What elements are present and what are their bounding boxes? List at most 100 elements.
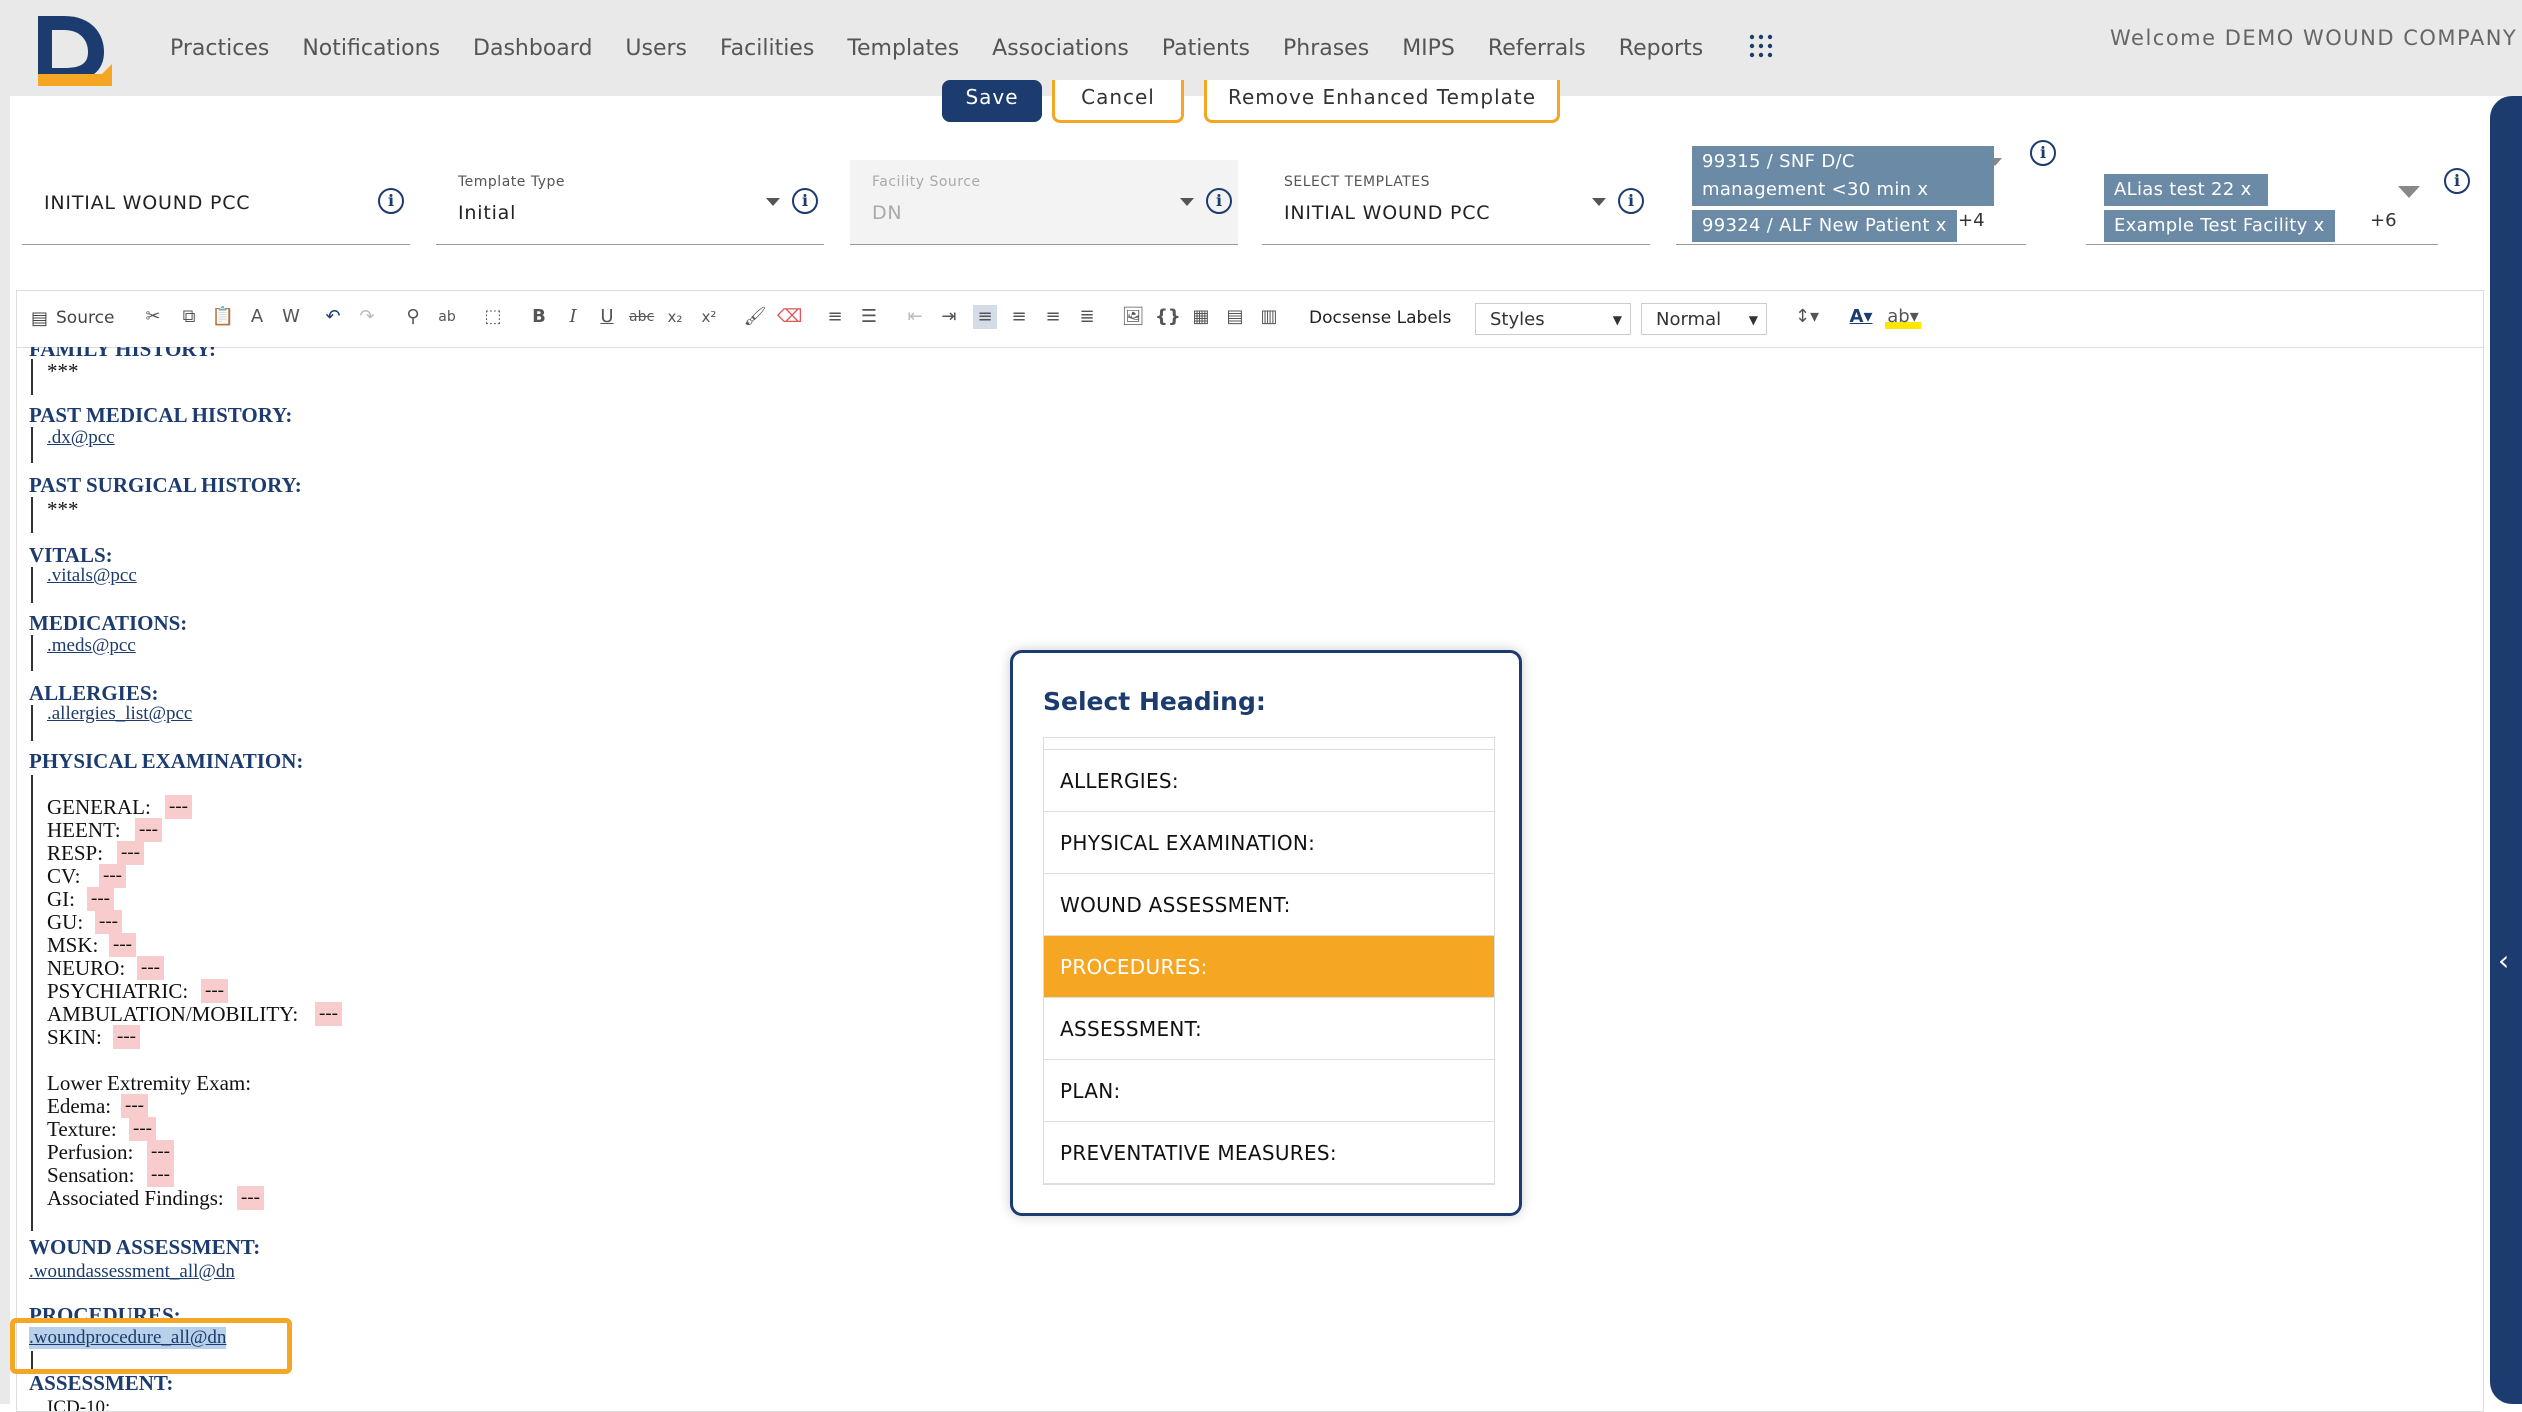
nav-practices[interactable]: Practices (170, 36, 269, 61)
heading-option-plan[interactable]: PLAN: (1044, 1060, 1494, 1122)
exam-placeholder[interactable]: --- (315, 1002, 342, 1026)
select-templates-select[interactable]: SELECT TEMPLATES INITIAL WOUND PCC (1262, 160, 1650, 245)
facility-chip[interactable]: ALias test 22 x (2104, 174, 2268, 206)
cpt-chip[interactable]: 99315 / SNF D/C management <30 min x (1692, 146, 1994, 206)
align-right-icon[interactable]: ≡ (1041, 305, 1065, 329)
cancel-button[interactable]: Cancel (1052, 80, 1184, 123)
background-color-icon[interactable]: ab▾ (1885, 305, 1921, 329)
select-templates-info-icon[interactable]: i (1618, 188, 1644, 214)
format-painter-icon[interactable]: 🖌 (743, 305, 767, 329)
wound-assessment-link[interactable]: .woundassessment_all@dn (29, 1261, 235, 1283)
italic-icon[interactable]: I (561, 305, 585, 329)
nav-mips[interactable]: MIPS (1402, 36, 1455, 61)
right-panel-toggle[interactable] (2490, 96, 2522, 1404)
heading-option-allergies[interactable]: ALLERGIES: (1044, 750, 1494, 812)
find-icon[interactable]: ⚲ (401, 305, 425, 329)
cpt-chip[interactable]: 99324 / ALF New Patient x (1692, 210, 1957, 242)
justify-icon[interactable]: ≣ (1075, 305, 1099, 329)
lower-placeholder[interactable]: --- (121, 1094, 148, 1118)
strikethrough-icon[interactable]: abc (629, 305, 654, 329)
exam-placeholder[interactable]: --- (201, 979, 228, 1003)
save-button[interactable]: Save (942, 80, 1042, 122)
template-type-info-icon[interactable]: i (792, 188, 818, 214)
nav-reports[interactable]: Reports (1619, 36, 1703, 61)
pmh-link[interactable]: .dx@pcc (47, 427, 115, 449)
remove-enhanced-template-button[interactable]: Remove Enhanced Template (1204, 80, 1560, 123)
align-left-icon[interactable]: ≡ (973, 305, 997, 329)
exam-placeholder[interactable]: --- (113, 1025, 140, 1049)
source-button[interactable]: ▤ Source (31, 303, 114, 333)
copy-icon[interactable]: ⧉ (177, 305, 201, 329)
paste-icon[interactable]: 📋 (211, 305, 235, 329)
facility-chip[interactable]: Example Test Facility x (2104, 210, 2335, 242)
redo-icon[interactable]: ↷ (355, 305, 379, 329)
select-all-icon[interactable]: ⬚ (481, 305, 505, 329)
facility-more-count[interactable]: +6 (2370, 210, 2397, 231)
nav-associations[interactable]: Associations (992, 36, 1129, 61)
heading-option-procedures[interactable]: PROCEDURES: (1044, 936, 1494, 998)
exam-placeholder[interactable]: --- (137, 956, 164, 980)
nav-users[interactable]: Users (625, 36, 687, 61)
remove-format-icon[interactable]: ⌫ (777, 305, 802, 329)
chevron-left-icon[interactable]: ‹ (2498, 944, 2509, 977)
heading-option-preventative-measures[interactable]: PREVENTATIVE MEASURES: (1044, 1122, 1494, 1184)
undo-icon[interactable]: ↶ (321, 305, 345, 329)
cpt-more-count[interactable]: +4 (1958, 210, 1985, 231)
cpt-info-icon[interactable]: i (2030, 140, 2056, 166)
lower-placeholder[interactable]: --- (147, 1163, 174, 1187)
lower-placeholder[interactable]: --- (147, 1140, 174, 1164)
format-dropdown[interactable]: Normal ▼ (1641, 303, 1767, 335)
exam-placeholder[interactable]: --- (99, 864, 126, 888)
lower-placeholder[interactable]: --- (237, 1186, 264, 1210)
heading-option-physical-examination[interactable]: PHYSICAL EXAMINATION: (1044, 812, 1494, 874)
table-icon[interactable]: ▦ (1189, 305, 1213, 329)
exam-placeholder[interactable]: --- (165, 795, 192, 819)
lower-placeholder[interactable]: --- (129, 1117, 156, 1141)
replace-icon[interactable]: ab (435, 305, 459, 329)
styles-dropdown[interactable]: Styles ▼ (1475, 303, 1631, 335)
bold-icon[interactable]: B (527, 305, 551, 329)
allergies-link[interactable]: .allergies_list@pcc (47, 703, 192, 725)
nav-phrases[interactable]: Phrases (1283, 36, 1369, 61)
apps-grid-icon[interactable] (1748, 33, 1774, 59)
text-color-icon[interactable]: A▾ (1843, 305, 1879, 329)
exam-placeholder[interactable]: --- (87, 887, 114, 911)
exam-placeholder[interactable]: --- (109, 933, 136, 957)
template-icon[interactable]: ▤ (1223, 305, 1247, 329)
template-type-select[interactable]: Template Type Initial (436, 160, 824, 245)
meds-link[interactable]: .meds@pcc (47, 635, 136, 657)
align-center-icon[interactable]: ≡ (1007, 305, 1031, 329)
indent-icon[interactable]: ⇥ (937, 305, 961, 329)
app-logo[interactable] (34, 12, 114, 86)
superscript-icon[interactable]: x² (697, 305, 721, 329)
nav-patients[interactable]: Patients (1162, 36, 1250, 61)
exam-placeholder[interactable]: --- (117, 841, 144, 865)
nav-facilities[interactable]: Facilities (720, 36, 814, 61)
nav-templates[interactable]: Templates (847, 36, 959, 61)
paste-text-icon[interactable]: A (245, 305, 269, 329)
subscript-icon[interactable]: x₂ (663, 305, 687, 329)
heading-list[interactable]: ALLERGIES: PHYSICAL EXAMINATION: WOUND A… (1043, 737, 1495, 1185)
line-height-icon[interactable]: ↕▾ (1789, 305, 1825, 329)
cut-icon[interactable]: ✂ (141, 305, 165, 329)
nav-dashboard[interactable]: Dashboard (473, 36, 592, 61)
template-name-info-icon[interactable]: i (378, 188, 404, 214)
exam-placeholder[interactable]: --- (135, 818, 162, 842)
vitals-link[interactable]: .vitals@pcc (47, 565, 137, 587)
heading-option-wound-assessment[interactable]: WOUND ASSESSMENT: (1044, 874, 1494, 936)
left-scrollbar[interactable] (0, 96, 10, 1404)
docsense-labels-button[interactable]: Docsense Labels (1309, 303, 1451, 333)
code-braces-icon[interactable]: {} (1155, 305, 1181, 329)
bulleted-list-icon[interactable]: ☰ (857, 305, 881, 329)
template-name-field[interactable]: INITIAL WOUND PCC (22, 160, 410, 245)
underline-icon[interactable]: U (595, 305, 619, 329)
nav-notifications[interactable]: Notifications (302, 36, 440, 61)
facility-source-info-icon[interactable]: i (1206, 188, 1232, 214)
heading-option[interactable] (1044, 738, 1494, 750)
outdent-icon[interactable]: ⇤ (903, 305, 927, 329)
heading-option-assessment[interactable]: ASSESSMENT: (1044, 998, 1494, 1060)
paste-word-icon[interactable]: W (279, 305, 303, 329)
numbered-list-icon[interactable]: ≡ (823, 305, 847, 329)
facilities-info-icon[interactable]: i (2444, 168, 2470, 194)
template-alt-icon[interactable]: ▥ (1257, 305, 1281, 329)
